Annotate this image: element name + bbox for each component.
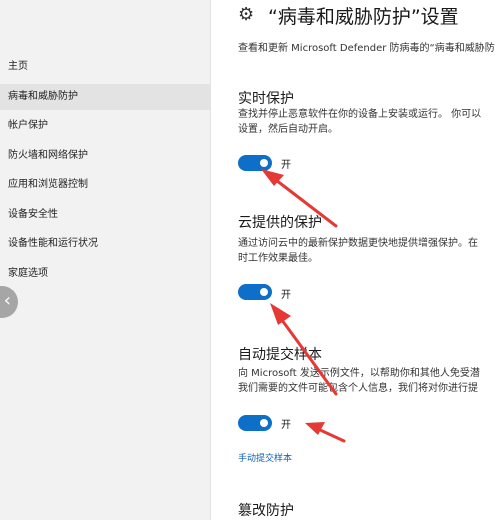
cloud-toggle[interactable]	[238, 284, 272, 300]
section-desc-line: 查找并停止恶意软件在你的设备上安装或运行。 你可以	[238, 109, 482, 120]
section-desc-cloud: 通过访问云中的最新保护数据更快地提供增强保护。在 时工作效果最佳。	[238, 236, 504, 266]
sidebar-item-family-options[interactable]: 家庭选项	[0, 261, 210, 287]
section-title-sample-submission: 自动提交样本	[238, 347, 322, 363]
sidebar-item-device-security[interactable]: 设备安全性	[0, 202, 210, 228]
realtime-toggle[interactable]	[238, 155, 272, 171]
section-desc-realtime: 查找并停止恶意软件在你的设备上安装或运行。 你可以 设置，然后自动开启。	[238, 107, 504, 137]
section-desc-line: 时工作效果最佳。	[238, 253, 318, 264]
section-desc-line: 设置，然后自动开启。	[238, 124, 338, 135]
toggle-knob	[260, 288, 268, 296]
realtime-toggle-label: 开	[281, 160, 291, 171]
section-title-tamper-protection: 篡改防护	[238, 503, 294, 519]
page-description: 查看和更新 Microsoft Defender 防病毒的“病毒和威胁防	[238, 43, 495, 54]
sidebar-item-device-performance[interactable]: 设备性能和运行状况	[0, 231, 210, 257]
manual-submit-link[interactable]: 手动提交样本	[238, 451, 292, 464]
section-desc-sample-submission: 向 Microsoft 发送示例文件，以帮助你和其他人免受潜 我们需要的文件可能…	[238, 366, 504, 396]
cloud-toggle-label: 开	[281, 290, 291, 301]
toggle-knob	[260, 419, 268, 427]
sidebar: 主页 病毒和威胁防护 帐户保护 防火墙和网络保护 应用和浏览器控制 设备安全性 …	[0, 0, 211, 520]
page-title: “病毒和威胁防护”设置	[268, 6, 459, 28]
sidebar-item-firewall[interactable]: 防火墙和网络保护	[0, 143, 210, 169]
section-desc-line: 通过访问云中的最新保护数据更快地提供增强保护。在	[238, 238, 478, 249]
toggle-knob	[260, 159, 268, 167]
section-title-realtime: 实时保护	[238, 91, 294, 107]
arrow-head	[261, 169, 284, 186]
chevron-left-icon: ‹	[3, 290, 11, 311]
arrow-head	[270, 303, 291, 325]
gear-icon: ⚙	[238, 4, 255, 25]
arrow-line	[316, 427, 346, 443]
sample-submission-toggle-label: 开	[281, 420, 291, 431]
section-desc-line: 我们需要的文件可能包含个人信息，我们将对你进行提	[238, 383, 478, 394]
sidebar-item-account-protection[interactable]: 帐户保护	[0, 113, 210, 139]
sidebar-item-virus-protection[interactable]: 病毒和威胁防护	[0, 84, 210, 110]
sidebar-item-app-browser-control[interactable]: 应用和浏览器控制	[0, 172, 210, 198]
sample-submission-toggle[interactable]	[238, 415, 272, 431]
section-desc-line: 向 Microsoft 发送示例文件，以帮助你和其他人免受潜	[238, 368, 480, 379]
sidebar-item-home[interactable]: 主页	[0, 54, 210, 80]
arrow-head	[305, 422, 325, 435]
section-title-cloud: 云提供的保护	[238, 215, 322, 231]
